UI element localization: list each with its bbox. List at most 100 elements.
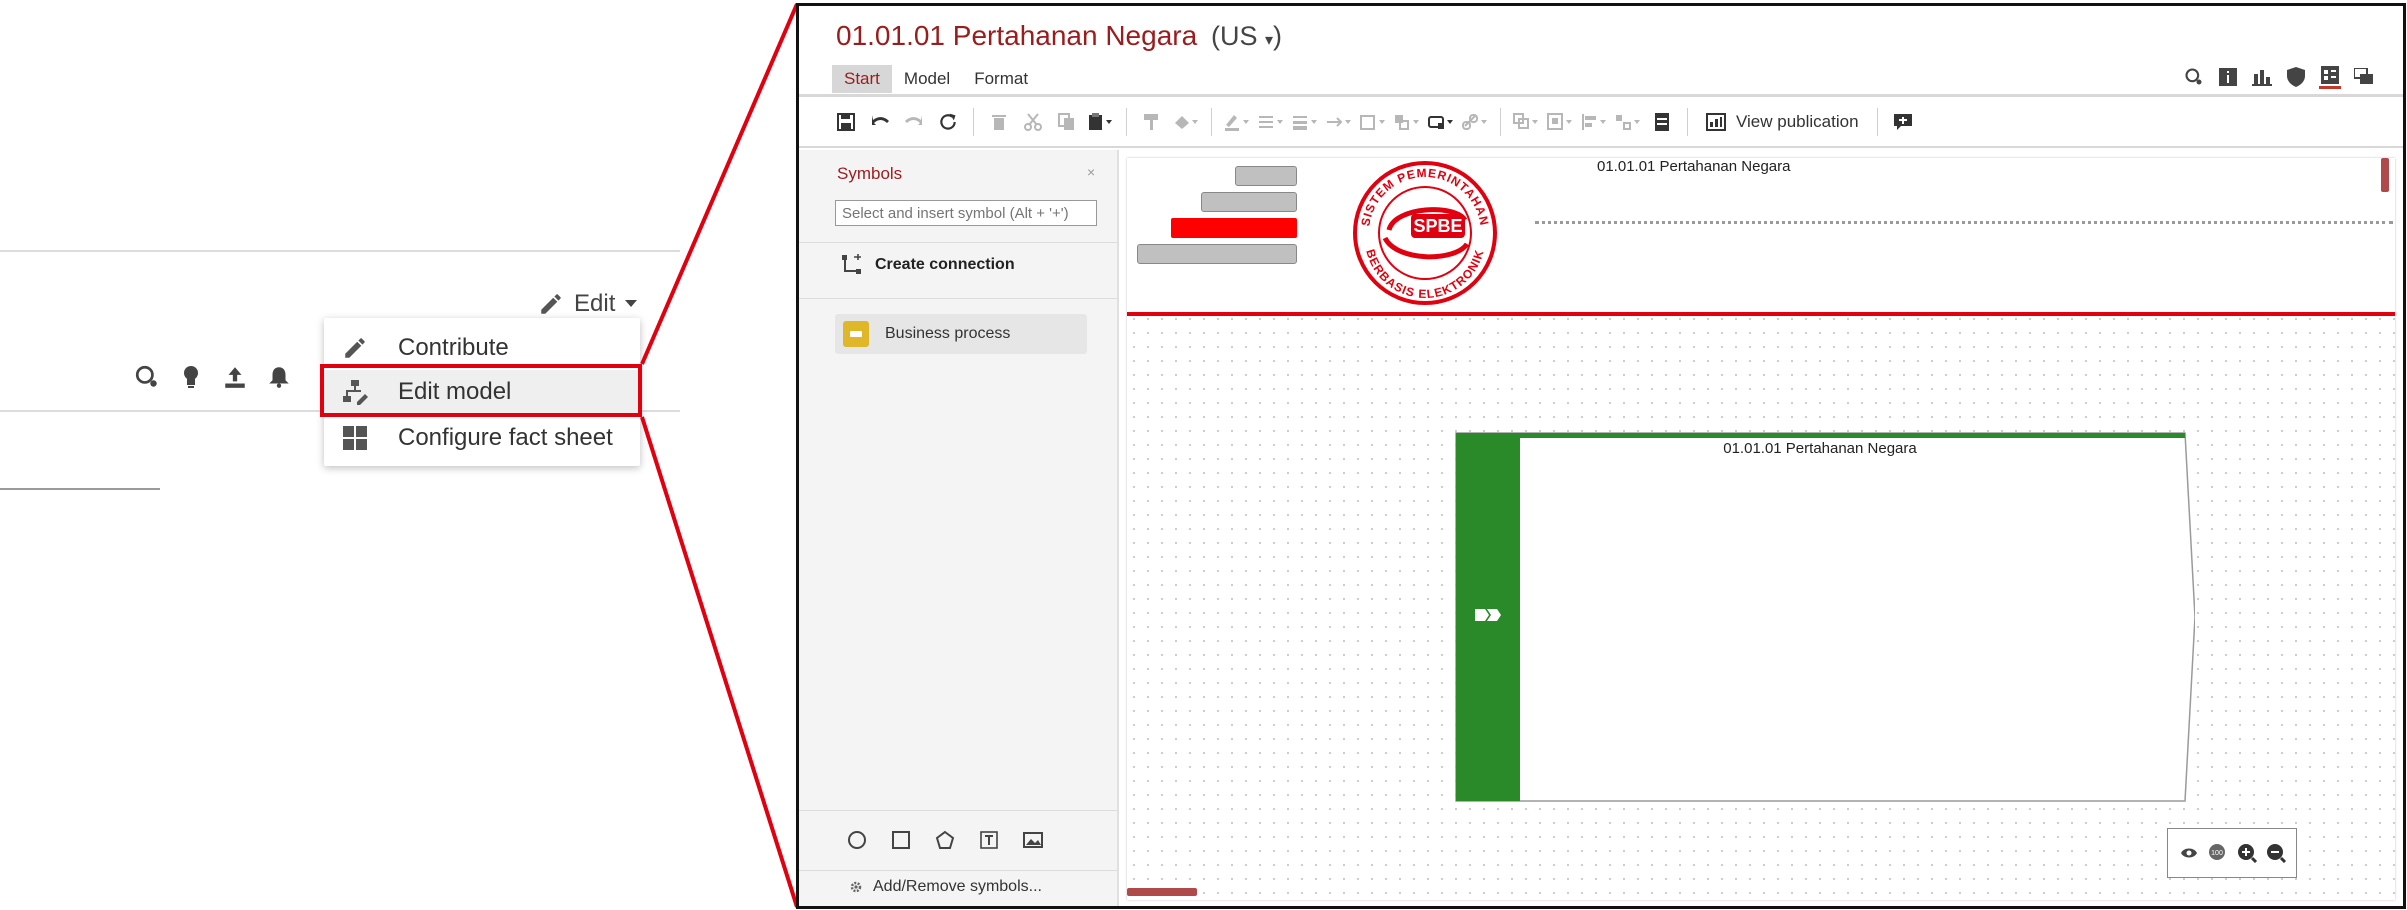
- bell-icon[interactable]: [265, 363, 293, 391]
- symbol-search-input[interactable]: [835, 200, 1097, 226]
- pencil-icon: [538, 291, 564, 317]
- menu-item-contribute[interactable]: Contribute: [324, 326, 640, 370]
- cut-icon[interactable]: [1020, 109, 1046, 135]
- tab-model[interactable]: Model: [892, 65, 962, 93]
- zoom-controls: 100: [2167, 828, 2297, 878]
- refresh-icon[interactable]: [935, 109, 961, 135]
- lightbulb-icon[interactable]: [177, 363, 205, 391]
- header-bar: [1201, 192, 1297, 212]
- create-connection-button[interactable]: Create connection: [841, 254, 1015, 276]
- edit-shape-icon[interactable]: [1360, 109, 1386, 135]
- copy-icon[interactable]: [1054, 109, 1080, 135]
- pencil-icon: [340, 333, 370, 363]
- basic-shapes-row: [845, 828, 1045, 852]
- vertical-scrollbar[interactable]: [2381, 158, 2389, 192]
- zoom-100-icon[interactable]: 100: [2207, 842, 2229, 864]
- business-process-icon: [843, 321, 869, 347]
- model-title-text: 01.01.01 Pertahanan Negara: [836, 20, 1198, 51]
- process-shape-outline: [1455, 432, 2195, 802]
- menu-item-configure-fact-sheet[interactable]: Configure fact sheet: [324, 416, 640, 460]
- delete-icon[interactable]: [986, 109, 1012, 135]
- redo-icon[interactable]: [901, 109, 927, 135]
- add-remove-symbols-button[interactable]: Add/Remove symbols...: [849, 878, 1042, 896]
- horizontal-scrollbar[interactable]: [1127, 888, 1197, 896]
- add-remove-label: Add/Remove symbols...: [873, 878, 1042, 895]
- circle-shape-icon[interactable]: [845, 828, 869, 852]
- size-icon[interactable]: [1547, 109, 1573, 135]
- connector-icon[interactable]: [1428, 109, 1454, 135]
- symbol-business-process[interactable]: Business process: [835, 314, 1087, 354]
- arrange-icon[interactable]: [1649, 109, 1675, 135]
- bar-chart-icon[interactable]: [2251, 66, 2273, 88]
- text-box-icon[interactable]: [977, 828, 1001, 852]
- arrow-style-icon[interactable]: [1326, 109, 1352, 135]
- menu-item-label: Contribute: [398, 334, 509, 361]
- language-selector[interactable]: (US ▾): [1211, 21, 1282, 51]
- divider-top: [0, 250, 680, 252]
- edit-dropdown-button[interactable]: Edit: [538, 288, 638, 320]
- caret-down-icon: [625, 300, 638, 308]
- tab-format[interactable]: Format: [962, 65, 1040, 93]
- business-process-label: Business process: [885, 325, 1011, 342]
- model-editor-window: 01.01.01 Pertahanan Negara (US ▾) Start …: [796, 3, 2406, 909]
- ribbon-divider: [799, 94, 2403, 97]
- model-edit-icon: [340, 377, 370, 407]
- svg-text:100: 100: [2211, 850, 2223, 857]
- fill-color-icon[interactable]: [1173, 109, 1199, 135]
- add-comment-icon[interactable]: [1890, 109, 1916, 135]
- header-dotted-line: [1535, 221, 2393, 224]
- tab-start[interactable]: Start: [832, 65, 892, 93]
- pentagon-shape-icon[interactable]: [933, 828, 957, 852]
- shape-icon[interactable]: [1394, 109, 1420, 135]
- create-connection-label: Create connection: [875, 256, 1015, 273]
- align-icon[interactable]: [1581, 109, 1607, 135]
- line-style-icon[interactable]: [1258, 109, 1284, 135]
- publication-icon: [1706, 113, 1726, 131]
- save-icon[interactable]: [833, 109, 859, 135]
- ribbon-tabs: Start Model Format: [832, 65, 1040, 93]
- chevron-down-icon: ▾: [1264, 32, 1273, 49]
- eye-icon[interactable]: [2178, 842, 2200, 864]
- properties-icon[interactable]: [2319, 64, 2341, 89]
- menu-item-label: Configure fact sheet: [398, 424, 613, 451]
- distribute-icon[interactable]: [1615, 109, 1641, 135]
- spbe-logo: SISTEM PEMERINTAHAN BERBASIS ELEKTRONIK …: [1353, 161, 1497, 305]
- model-canvas[interactable]: SISTEM PEMERINTAHAN BERBASIS ELEKTRONIK …: [1127, 158, 2395, 900]
- info-icon[interactable]: [2217, 66, 2239, 88]
- search-icon[interactable]: [2183, 66, 2205, 88]
- line-weight-icon[interactable]: [1292, 109, 1318, 135]
- view-publication-button[interactable]: View publication: [1700, 112, 1865, 132]
- undo-icon[interactable]: [867, 109, 893, 135]
- image-icon[interactable]: [1021, 828, 1045, 852]
- toolbar-icons: [133, 360, 293, 394]
- line-color-icon[interactable]: [1224, 109, 1250, 135]
- upload-icon[interactable]: [221, 363, 249, 391]
- header-bar: [1137, 244, 1297, 264]
- gear-icon: [849, 880, 863, 894]
- symbols-panel: Symbols × Create connection Business pro…: [799, 150, 1119, 906]
- rectangle-shape-icon[interactable]: [889, 828, 913, 852]
- paste-icon[interactable]: [1088, 109, 1114, 135]
- header-bar: [1235, 166, 1297, 186]
- close-icon[interactable]: ×: [1087, 164, 1095, 180]
- comments-icon[interactable]: [2353, 66, 2375, 88]
- search-icon[interactable]: [133, 363, 161, 391]
- header-bar-red: [1171, 218, 1297, 238]
- shield-icon[interactable]: [2285, 66, 2307, 88]
- edit-dropdown-menu: Contribute Edit model Configure fact she…: [324, 318, 640, 466]
- format-painter-icon[interactable]: [1139, 109, 1165, 135]
- zoom-out-icon[interactable]: [2265, 842, 2287, 864]
- symbols-panel-title: Symbols: [837, 164, 903, 183]
- menu-item-edit-model[interactable]: Edit model: [324, 370, 640, 414]
- business-process-shape[interactable]: 01.01.01 Pertahanan Negara: [1455, 432, 2195, 802]
- ribbon-toolbar: View publication: [799, 98, 2403, 148]
- group-icon[interactable]: [1513, 109, 1539, 135]
- grid-icon: [340, 423, 370, 453]
- menu-item-label: Edit model: [398, 378, 512, 405]
- header-separator: [1127, 312, 2395, 316]
- process-title: 01.01.01 Pertahanan Negara: [1723, 440, 1917, 457]
- link-icon[interactable]: [1462, 109, 1488, 135]
- model-header: SISTEM PEMERINTAHAN BERBASIS ELEKTRONIK …: [1127, 158, 2395, 312]
- zoom-in-icon[interactable]: [2236, 842, 2258, 864]
- connection-icon: [841, 254, 863, 276]
